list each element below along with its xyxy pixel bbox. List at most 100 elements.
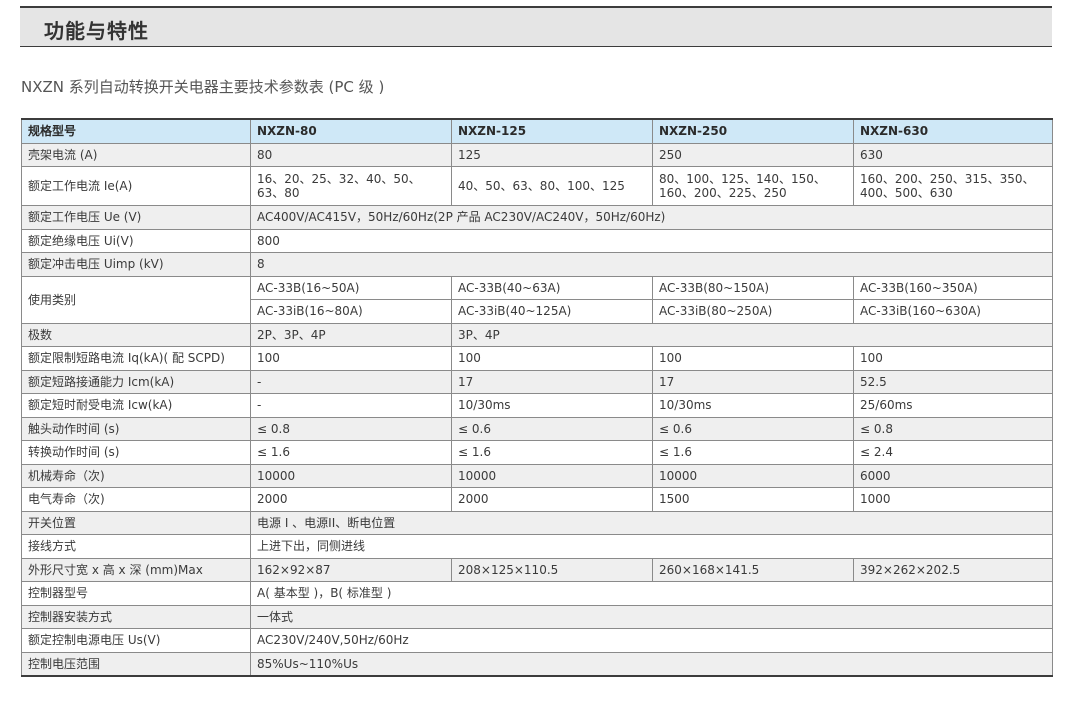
table-cell: 162×92×87: [250, 557, 452, 582]
table-cell: 10000: [250, 463, 452, 488]
row-label: 控制器安装方式: [21, 604, 251, 629]
table-cell: 8: [250, 252, 1053, 277]
table-row: 额定控制电源电压 Us(V) AC230V/240V,50Hz/60Hz: [21, 628, 1053, 653]
row-label: 额定短路接通能力 Icm(kA): [21, 369, 251, 394]
table-cell: A( 基本型 )，B( 标准型 ): [250, 581, 1053, 606]
table-row: 开关位置 电源 I 、电源II、断电位置: [21, 510, 1053, 535]
table-cell: 10/30ms: [451, 393, 653, 418]
table-cell: 100: [451, 346, 653, 371]
table-cell: 3P、4P: [451, 322, 1053, 347]
table-row: 额定限制短路电流 Iq(kA)( 配 SCPD) 100 100 100 100: [21, 346, 1053, 371]
table-row: 额定短时耐受电流 Icw(kA) - 10/30ms 10/30ms 25/60…: [21, 393, 1053, 418]
table-cell: AC400V/AC415V，50Hz/60Hz(2P 产品 AC230V/AC2…: [250, 205, 1053, 230]
table-row: 控制电压范围 85%Us~110%Us: [21, 651, 1053, 676]
table-cell: 16、20、25、32、40、50、63、80: [250, 166, 452, 206]
table-cell: ≤ 0.8: [853, 416, 1053, 441]
table-cell: AC-33iB(160~630A): [853, 299, 1053, 324]
table-cell: 250: [652, 142, 854, 167]
table-cell: ≤ 2.4: [853, 440, 1053, 465]
table-cell: 2000: [451, 487, 653, 512]
row-label: 转换动作时间 (s): [21, 440, 251, 465]
table-cell: 160、200、250、315、350、400、500、630: [853, 166, 1053, 206]
header-nxzn-630: NXZN-630: [853, 118, 1053, 144]
table-cell: 80: [250, 142, 452, 167]
table-row: 外形尺寸宽 x 高 x 深 (mm)Max 162×92×87 208×125×…: [21, 557, 1053, 582]
row-label: 控制器型号: [21, 581, 251, 606]
header-nxzn-80: NXZN-80: [250, 118, 452, 144]
row-label: 额定冲击电压 Uimp (kV): [21, 252, 251, 277]
row-label: 开关位置: [21, 510, 251, 535]
table-cell: 6000: [853, 463, 1053, 488]
row-label: 外形尺寸宽 x 高 x 深 (mm)Max: [21, 557, 251, 582]
table-row: 额定工作电压 Ue (V) AC400V/AC415V，50Hz/60Hz(2P…: [21, 205, 1053, 230]
table-cell: AC-33B(80~150A): [652, 275, 854, 300]
row-label: 触头动作时间 (s): [21, 416, 251, 441]
table-cell: 1000: [853, 487, 1053, 512]
table-cell: 100: [853, 346, 1053, 371]
table-cell: AC-33iB(16~80A): [250, 299, 452, 324]
table-cell: AC-33B(40~63A): [451, 275, 653, 300]
table-cell: 52.5: [853, 369, 1053, 394]
table-row: 电气寿命（次) 2000 2000 1500 1000: [21, 487, 1053, 512]
row-label: 额定工作电压 Ue (V): [21, 205, 251, 230]
row-label: 额定绝缘电压 Ui(V): [21, 228, 251, 253]
table-header-row: 规格型号 NXZN-80 NXZN-125 NXZN-250 NXZN-630: [21, 118, 1053, 144]
header-nxzn-125: NXZN-125: [451, 118, 653, 144]
table-cell: -: [250, 393, 452, 418]
table-cell: 125: [451, 142, 653, 167]
table-cell: 17: [451, 369, 653, 394]
table-cell: 一体式: [250, 604, 1053, 629]
table-cell: ≤ 1.6: [451, 440, 653, 465]
table-row: 额定冲击电压 Uimp (kV) 8: [21, 252, 1053, 277]
table-title: NXZN 系列自动转换开关电器主要技术参数表 (PC 级 ): [21, 78, 385, 96]
table-cell: 100: [250, 346, 452, 371]
table-cell: ≤ 0.6: [451, 416, 653, 441]
row-label: 额定限制短路电流 Iq(kA)( 配 SCPD): [21, 346, 251, 371]
table-cell: ≤ 0.8: [250, 416, 452, 441]
row-label: 壳架电流 (A): [21, 142, 251, 167]
header-spec-model: 规格型号: [21, 118, 251, 144]
table-cell: AC-33iB(80~250A): [652, 299, 854, 324]
row-label: 额定工作电流 Ie(A): [21, 166, 251, 206]
table-cell: 2000: [250, 487, 452, 512]
table-cell: 上进下出，同侧进线: [250, 534, 1053, 559]
table-row: 控制器安装方式 一体式: [21, 604, 1053, 629]
row-label: 额定短时耐受电流 Icw(kA): [21, 393, 251, 418]
table-cell: 10/30ms: [652, 393, 854, 418]
section-header: 功能与特性: [20, 6, 1052, 47]
table-cell: ≤ 0.6: [652, 416, 854, 441]
table-row: 控制器型号 A( 基本型 )，B( 标准型 ): [21, 581, 1053, 606]
table-row: 转换动作时间 (s) ≤ 1.6 ≤ 1.6 ≤ 1.6 ≤ 2.4: [21, 440, 1053, 465]
table-cell: -: [250, 369, 452, 394]
table-cell: 1500: [652, 487, 854, 512]
table-row: 额定绝缘电压 Ui(V) 800: [21, 228, 1053, 253]
row-label: 控制电压范围: [21, 651, 251, 676]
table-row: 极数 2P、3P、4P 3P、4P: [21, 322, 1053, 347]
table-cell: ≤ 1.6: [250, 440, 452, 465]
table-cell: 85%Us~110%Us: [250, 651, 1053, 676]
table-cell: AC-33B(160~350A): [853, 275, 1053, 300]
table-cell: 100: [652, 346, 854, 371]
row-label: 额定控制电源电压 Us(V): [21, 628, 251, 653]
table-row: 触头动作时间 (s) ≤ 0.8 ≤ 0.6 ≤ 0.6 ≤ 0.8: [21, 416, 1053, 441]
table-cell: 630: [853, 142, 1053, 167]
table-row: 机械寿命（次) 10000 10000 10000 6000: [21, 463, 1053, 488]
table-cell: 10000: [652, 463, 854, 488]
table-cell: AC-33B(16~50A): [250, 275, 452, 300]
table-cell: 电源 I 、电源II、断电位置: [250, 510, 1053, 535]
table-cell: 10000: [451, 463, 653, 488]
table-cell: 80、100、125、140、150、160、200、225、250: [652, 166, 854, 206]
header-nxzn-250: NXZN-250: [652, 118, 854, 144]
table-cell: 40、50、63、80、100、125: [451, 166, 653, 206]
table-row: 额定短路接通能力 Icm(kA) - 17 17 52.5: [21, 369, 1053, 394]
section-title: 功能与特性: [44, 19, 149, 43]
table-row: 接线方式 上进下出，同侧进线: [21, 534, 1053, 559]
table-cell: AC-33iB(40~125A): [451, 299, 653, 324]
table-row: 使用类别 AC-33B(16~50A) AC-33B(40~63A) AC-33…: [21, 275, 1053, 324]
table-cell: 800: [250, 228, 1053, 253]
row-label: 接线方式: [21, 534, 251, 559]
row-label: 极数: [21, 322, 251, 347]
table-cell: 260×168×141.5: [652, 557, 854, 582]
table-row: 壳架电流 (A) 80 125 250 630: [21, 142, 1053, 167]
row-label: 电气寿命（次): [21, 487, 251, 512]
